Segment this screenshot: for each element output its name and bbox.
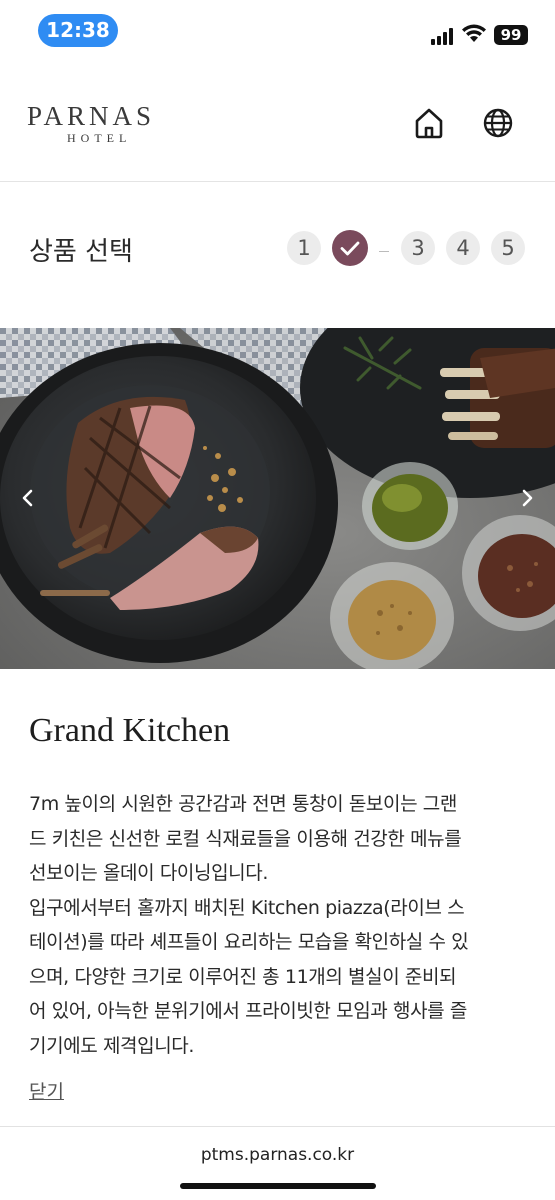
- cellular-signal-icon: [431, 28, 453, 45]
- home-indicator[interactable]: [180, 1183, 376, 1189]
- battery-indicator: 99: [494, 25, 528, 45]
- parnas-hotel-logo[interactable]: PARNAS HOTEL: [27, 102, 177, 146]
- status-time: 12:38: [38, 14, 118, 47]
- description-line: 드 키친은 신선한 로컬 식재료들을 이용해 건강한 메뉴를: [29, 827, 462, 850]
- wifi-icon: [462, 24, 486, 42]
- carousel-prev-button[interactable]: [14, 484, 42, 512]
- step-separator: [379, 251, 389, 252]
- home-icon[interactable]: [412, 106, 446, 140]
- step-title: 상품 선택: [29, 237, 133, 267]
- description-line: 기기에도 제격입니다.: [29, 1034, 194, 1057]
- description-line: 입구에서부터 홀까지 배치된 Kitchen piazza(라이브 스: [29, 896, 465, 919]
- description-line: 테이션)를 따라 셰프들이 요리하는 모습을 확인하실 수 있: [29, 931, 469, 953]
- step-indicator: 1 3 4 5: [287, 230, 532, 269]
- close-link[interactable]: 닫기: [29, 1077, 64, 1104]
- logo-main-text: PARNAS: [27, 101, 156, 131]
- step-4: 4: [446, 231, 480, 265]
- carousel-next-button[interactable]: [513, 484, 541, 512]
- checkmark-icon: [340, 241, 360, 256]
- food-photo-illustration: [0, 328, 555, 669]
- step-5: 5: [491, 231, 525, 265]
- description-line: 어 있어, 아늑한 분위기에서 프라이빗한 모임과 행사를 즐: [29, 1000, 467, 1022]
- status-bar: 12:38 99: [0, 0, 555, 62]
- site-header: PARNAS HOTEL: [0, 62, 555, 182]
- step-1: 1: [287, 231, 321, 265]
- venue-photo: [0, 328, 555, 669]
- step-2-completed: [332, 230, 368, 266]
- venue-title: Grand Kitchen: [29, 712, 231, 749]
- step-3: 3: [401, 231, 435, 265]
- description-line: 7m 높이의 시원한 공간감과 전면 통창이 돋보이는 그랜: [29, 793, 457, 815]
- browser-url-bar: ptms.parnas.co.kr: [0, 1126, 555, 1200]
- globe-icon[interactable]: [481, 106, 515, 140]
- logo-sub-text: HOTEL: [67, 131, 132, 145]
- url-text[interactable]: ptms.parnas.co.kr: [0, 1145, 555, 1165]
- venue-description: 7m 높이의 시원한 공간감과 전면 통창이 돋보이는 그랜 드 키친은 신선한…: [29, 787, 529, 1063]
- description-line: 으며, 다양한 크기로 이루어진 총 11개의 별실이 준비되: [29, 965, 457, 988]
- description-line: 선보이는 올데이 다이닝입니다.: [29, 862, 268, 884]
